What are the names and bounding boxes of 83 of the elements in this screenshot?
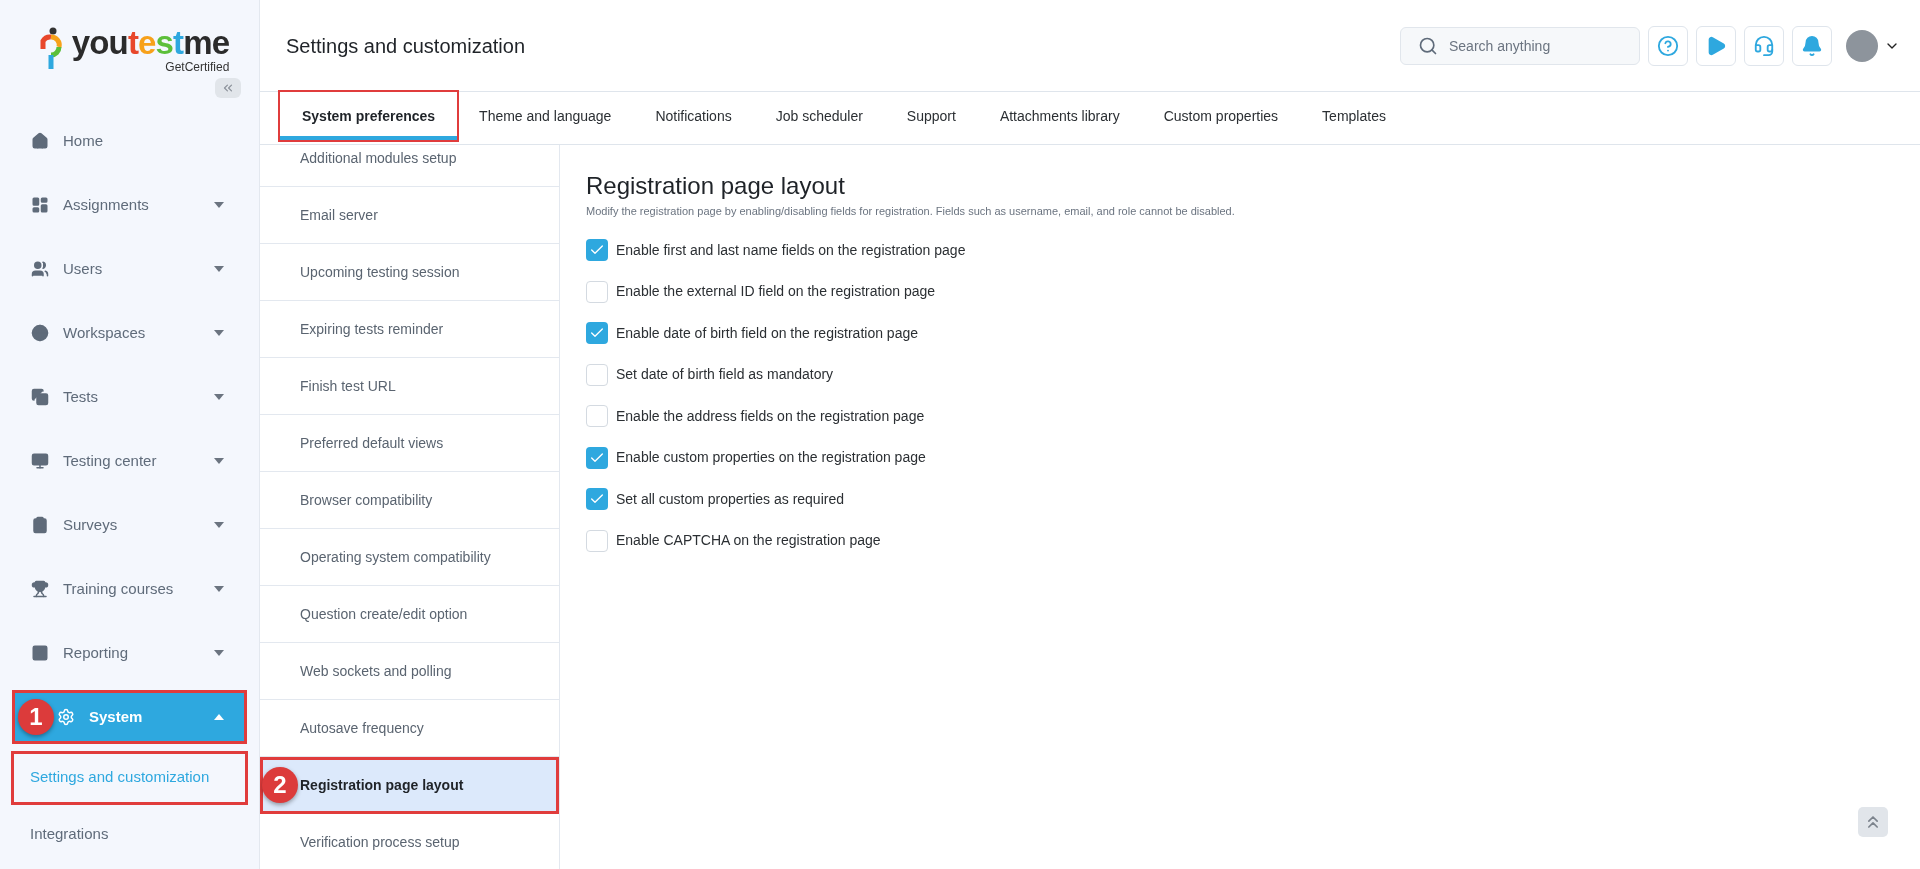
- settings-menu-item[interactable]: Additional modules setup: [260, 145, 559, 187]
- search-icon: [1418, 35, 1438, 56]
- grid-icon: [31, 196, 49, 214]
- tab[interactable]: Attachments library: [977, 92, 1142, 140]
- sidebar-item[interactable]: Surveys: [15, 501, 244, 549]
- checkbox-label: Enable custom properties on the registration page: [616, 448, 926, 468]
- sidebar-item[interactable]: Reporting: [15, 629, 244, 677]
- tab[interactable]: Theme and language: [457, 92, 634, 140]
- settings-menu-item[interactable]: Expiring tests reminder: [260, 301, 559, 358]
- checkbox-label: Enable date of birth field on the registration page: [616, 323, 918, 343]
- settings-menu-item[interactable]: Preferred default views: [260, 415, 559, 472]
- sidebar-item[interactable]: Users: [15, 245, 244, 293]
- avatar[interactable]: [1846, 29, 1878, 62]
- sidebar-item[interactable]: 1 System: [15, 693, 244, 741]
- settings-menu-item[interactable]: Question create/edit option: [260, 586, 559, 643]
- help-button[interactable]: [1648, 25, 1688, 66]
- double-chevron-left-icon: [221, 81, 235, 95]
- trophy-icon: [31, 580, 49, 598]
- checkbox[interactable]: [586, 239, 608, 262]
- settings-menu-item[interactable]: Web sockets and polling: [260, 643, 559, 700]
- stacked-pages-icon: [31, 388, 49, 406]
- checkbox[interactable]: [586, 280, 608, 303]
- tab[interactable]: Job scheduler: [753, 92, 885, 140]
- tab[interactable]: Custom properties: [1141, 92, 1301, 140]
- settings-menu-item[interactable]: 2 Registration page layout: [260, 757, 559, 814]
- bell-button[interactable]: [1792, 25, 1832, 66]
- settings-menu-item[interactable]: Finish test URL: [260, 358, 559, 415]
- caret-down-icon: [214, 266, 224, 272]
- search-field[interactable]: Search anything: [1400, 26, 1640, 65]
- section-title: Registration page layout: [586, 171, 846, 201]
- sidebar-item[interactable]: Tests: [15, 373, 244, 421]
- settings-menu-item[interactable]: Upcoming testing session: [260, 244, 559, 301]
- caret-down-icon: [214, 330, 224, 336]
- checkbox[interactable]: [586, 446, 608, 469]
- bell-icon: [1801, 34, 1823, 57]
- section-description: Modify the registration page by enabling/disabling fields for registration. Fields such as username, email, and role cannot be disabled.: [586, 204, 1236, 219]
- caret-down-icon: [214, 458, 224, 464]
- settings-menu-item[interactable]: Browser compatibility: [260, 472, 559, 529]
- caret-down-icon: [214, 394, 224, 400]
- sidebar-item[interactable]: Training courses: [15, 565, 244, 613]
- page-title: Settings and customization: [286, 33, 527, 59]
- collapse-button[interactable]: [215, 78, 241, 98]
- checkbox[interactable]: [586, 363, 608, 386]
- tab[interactable]: System preferences: [280, 92, 458, 140]
- headset-button[interactable]: [1744, 25, 1784, 66]
- home-icon: [31, 132, 49, 150]
- step-number-badge: 1: [18, 699, 54, 735]
- settings-menu-item[interactable]: Email server: [260, 187, 559, 244]
- logo-tagline: GetCertified: [165, 60, 230, 74]
- caret-down-icon: [214, 522, 224, 528]
- checkbox[interactable]: [586, 529, 608, 552]
- settings-menu-item[interactable]: Operating system compatibility: [260, 529, 559, 586]
- checkbox[interactable]: [586, 488, 608, 511]
- sidebar-item[interactable]: Testing center: [15, 437, 244, 485]
- sidebar-item[interactable]: Workspaces: [15, 309, 244, 357]
- caret-up-icon: [214, 714, 224, 720]
- play-button[interactable]: [1696, 25, 1736, 66]
- sidebar-subitem[interactable]: Integrations: [14, 810, 245, 859]
- tab[interactable]: Notifications: [633, 92, 754, 140]
- tab[interactable]: Support: [884, 92, 978, 140]
- settings-icon: [57, 708, 75, 726]
- settings-menu-item[interactable]: Verification process setup: [260, 814, 559, 869]
- step-number-badge: 2: [262, 767, 298, 803]
- checkbox-label: Enable the external ID field on the registration page: [616, 282, 936, 302]
- checkbox-label: Enable first and last name fields on the registration page: [616, 240, 966, 260]
- checkbox[interactable]: [586, 322, 608, 345]
- scroll-to-top-button[interactable]: [1858, 807, 1888, 837]
- caret-down-icon: [214, 650, 224, 656]
- checkbox[interactable]: [586, 405, 608, 428]
- logo-wordmark: youtestme: [71, 26, 230, 60]
- help-icon: [1657, 34, 1679, 57]
- tab[interactable]: Templates: [1300, 92, 1408, 140]
- sidebar-item[interactable]: Assignments: [15, 181, 244, 229]
- checkbox-label: Set date of birth field as mandatory: [616, 365, 834, 385]
- caret-down-icon: [214, 586, 224, 592]
- headset-icon: [1753, 34, 1775, 57]
- sidebar-item[interactable]: Home: [15, 117, 244, 165]
- checkbox-label: Enable CAPTCHA on the registration page: [616, 531, 881, 551]
- users-icon: [31, 260, 49, 278]
- monitor-icon: [31, 452, 49, 470]
- checkbox-label: Set all custom properties as required: [616, 489, 844, 509]
- checkbox-label: Enable the address fields on the registration page: [616, 406, 925, 426]
- caret-down-icon: [214, 202, 224, 208]
